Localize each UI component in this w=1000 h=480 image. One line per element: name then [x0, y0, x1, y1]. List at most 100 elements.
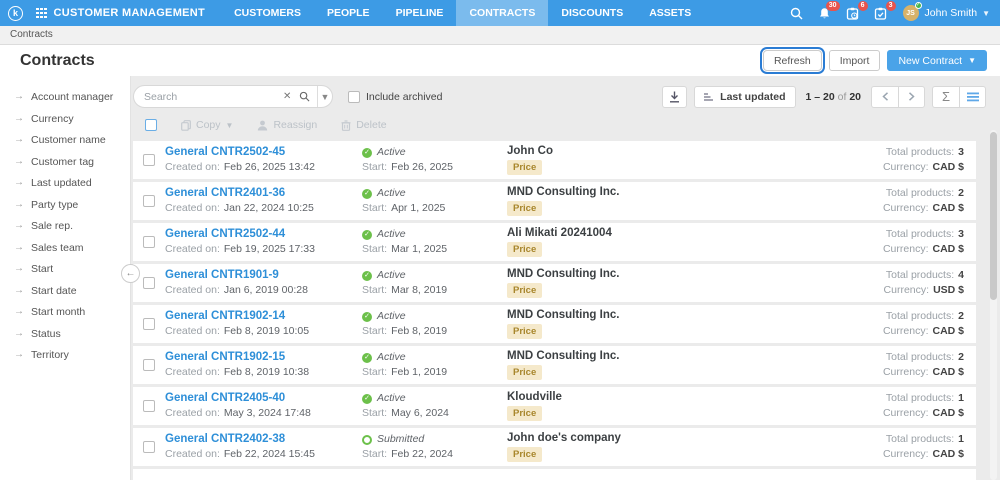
- status-text: Active: [377, 187, 406, 199]
- pagination-text: 1 – 20 of 20: [806, 91, 862, 103]
- nav-menu-item[interactable]: ASSETS: [636, 0, 704, 26]
- notifications-bell-icon[interactable]: 30: [818, 0, 840, 20]
- contract-link[interactable]: General CNTR1901-9: [165, 269, 279, 282]
- totals-cell: Total products: 2 Currency: CAD $: [883, 310, 964, 338]
- copy-button[interactable]: Copy ▼: [181, 119, 233, 131]
- status-cell: Active Start:May 6, 2024: [362, 392, 507, 420]
- total-products-value: 1: [958, 392, 964, 404]
- table-row[interactable]: General CNTR2405-40 Created on: May 3, 20…: [133, 387, 976, 425]
- search-submit-icon[interactable]: [295, 91, 314, 102]
- currency-label: Currency:: [882, 202, 929, 214]
- created-on-label: Created on:: [165, 325, 220, 337]
- sidebar-filter-item[interactable]: Sale rep.: [0, 220, 130, 232]
- sidebar-filter-item[interactable]: Status: [0, 328, 130, 340]
- currency-value: CAD $: [932, 325, 964, 337]
- export-download-button[interactable]: [662, 85, 688, 108]
- row-checkbox[interactable]: [143, 400, 155, 412]
- customer-cell: Kloudville Price: [507, 391, 883, 421]
- status-icon: [362, 434, 372, 445]
- nav-menu-item[interactable]: CONTRACTS: [456, 0, 549, 26]
- list-view-button[interactable]: [959, 85, 986, 108]
- user-name[interactable]: John Smith: [925, 7, 978, 19]
- scrollbar-thumb[interactable]: [990, 132, 997, 300]
- nav-menu-item[interactable]: PEOPLE: [314, 0, 383, 26]
- created-on-label: Created on:: [165, 243, 220, 255]
- customer-cell: MND Consulting Inc. Price: [507, 309, 883, 339]
- status-icon: [362, 147, 372, 158]
- row-checkbox[interactable]: [143, 195, 155, 207]
- user-menu-chevron-icon[interactable]: ▼: [982, 9, 990, 18]
- contract-link[interactable]: General CNTR2402-38: [165, 433, 285, 446]
- sidebar-filter-item[interactable]: Party type: [0, 199, 130, 211]
- contract-link[interactable]: General CNTR1902-14: [165, 310, 285, 323]
- table-row[interactable]: General CNTR2502-45 Created on: Feb 26, 2…: [133, 141, 976, 179]
- delete-button[interactable]: Delete: [341, 119, 387, 131]
- row-checkbox[interactable]: [143, 318, 155, 330]
- row-checkbox[interactable]: [143, 441, 155, 453]
- contract-link[interactable]: General CNTR2502-44: [165, 228, 285, 241]
- start-value: May 6, 2024: [391, 407, 449, 419]
- refresh-button[interactable]: Refresh: [762, 50, 822, 71]
- sidebar-filter-item[interactable]: Start: [0, 263, 130, 275]
- row-checkbox[interactable]: [143, 359, 155, 371]
- table-row[interactable]: General CNTR1902-15 Created on: Feb 8, 20…: [133, 346, 976, 384]
- search-input[interactable]: [134, 90, 279, 103]
- include-archived-checkbox[interactable]: [348, 90, 360, 103]
- row-checkbox[interactable]: [143, 236, 155, 248]
- sidebar-filter-item[interactable]: Territory: [0, 349, 130, 361]
- status-text: Active: [377, 228, 406, 240]
- contract-link[interactable]: General CNTR2401-36: [165, 187, 285, 200]
- search-options-chevron-icon[interactable]: ▼: [318, 92, 332, 102]
- table-row[interactable]: General CNTR2402-38 Created on: Feb 22, 2…: [133, 428, 976, 466]
- sidebar-filter-item[interactable]: Customer tag: [0, 156, 130, 168]
- nav-menu-item[interactable]: DISCOUNTS: [548, 0, 636, 26]
- approvals-badge: 3: [885, 0, 896, 11]
- sidebar-filter-item[interactable]: Customer name: [0, 134, 130, 146]
- sidebar-filter-item[interactable]: Account manager: [0, 91, 130, 103]
- previous-page-button[interactable]: [871, 85, 898, 108]
- sidebar-filter-item[interactable]: Start date: [0, 285, 130, 297]
- tasks-clipboard-icon[interactable]: 6: [846, 0, 868, 20]
- table-row[interactable]: General CNTR2401-36 Created on: Jan 22, 2…: [133, 182, 976, 220]
- status-text: Active: [377, 310, 406, 322]
- include-archived-label[interactable]: Include archived: [366, 91, 442, 103]
- contract-link[interactable]: General CNTR2502-45: [165, 146, 285, 159]
- approvals-clipboard-icon[interactable]: 3: [874, 0, 896, 20]
- apps-grid-icon[interactable]: [36, 7, 47, 19]
- summary-sigma-button[interactable]: Σ: [932, 85, 959, 108]
- user-avatar[interactable]: JS ✓: [902, 2, 922, 21]
- contract-link[interactable]: General CNTR2405-40: [165, 392, 285, 405]
- row-checkbox[interactable]: [143, 277, 155, 289]
- import-button[interactable]: Import: [828, 50, 881, 71]
- pagination-of: of: [837, 90, 847, 103]
- total-products-label: Total products:: [885, 351, 955, 363]
- clear-search-icon[interactable]: ✕: [279, 91, 295, 102]
- breadcrumb-item[interactable]: Contracts: [10, 29, 53, 40]
- table-row[interactable]: General CNTR1901-9 Created on: Jan 6, 201…: [133, 264, 976, 302]
- table-row[interactable]: General CNTR1902-14 Created on: Feb 8, 20…: [133, 305, 976, 343]
- search-icon[interactable]: [790, 7, 803, 20]
- contract-link[interactable]: General CNTR1902-15: [165, 351, 285, 364]
- nav-menu-item[interactable]: CUSTOMERS: [221, 0, 314, 26]
- sidebar-filter-item[interactable]: Start month: [0, 306, 130, 318]
- sort-button[interactable]: Last updated: [694, 85, 796, 108]
- row-checkbox[interactable]: [143, 154, 155, 166]
- sidebar-filter-item[interactable]: Currency: [0, 113, 130, 125]
- totals-cell: Total products: 2 Currency: CAD $: [883, 351, 964, 379]
- app-logo[interactable]: k: [8, 5, 23, 21]
- start-value: Mar 8, 2019: [391, 284, 448, 296]
- arrow-right-icon: [14, 285, 24, 297]
- total-products-label: Total products:: [885, 433, 955, 445]
- select-all-checkbox[interactable]: [145, 119, 157, 131]
- totals-cell: Total products: 1 Currency: CAD $: [883, 433, 964, 461]
- sidebar-filter-item[interactable]: Last updated: [0, 177, 130, 189]
- reassign-button[interactable]: Reassign: [257, 119, 317, 131]
- next-page-button[interactable]: [898, 85, 925, 108]
- nav-menu-item[interactable]: PIPELINE: [383, 0, 457, 26]
- sidebar-filter-item[interactable]: Sales team: [0, 242, 130, 254]
- new-contract-button[interactable]: New Contract ▼: [887, 50, 987, 71]
- table-row[interactable]: General CNTR2502-44 Created on: Feb 19, 2…: [133, 223, 976, 261]
- sidebar-collapse-button[interactable]: ←: [121, 264, 140, 283]
- currency-label: Currency:: [882, 366, 929, 378]
- start-value: Feb 26, 2025: [391, 161, 453, 173]
